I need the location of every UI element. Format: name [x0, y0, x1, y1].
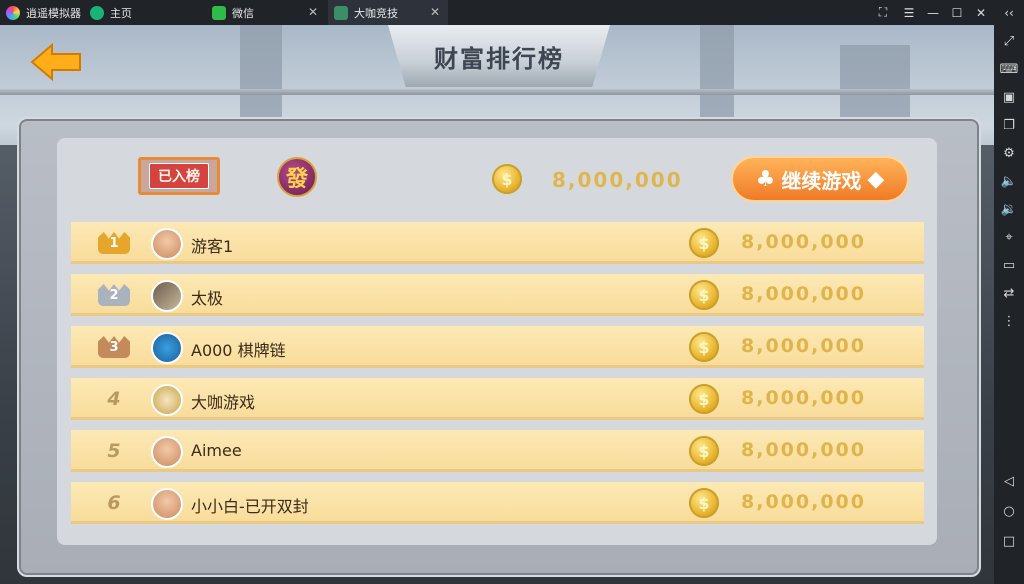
coin-icon: $ — [689, 436, 719, 466]
home-nav-icon[interactable]: ○ — [999, 501, 1019, 521]
avatar — [151, 436, 183, 468]
maximize-icon[interactable]: ☐ — [946, 0, 968, 25]
player-name: 小小白-已开双封 — [191, 497, 309, 516]
collapse-sidebar-icon[interactable]: ‹‹ — [998, 0, 1020, 25]
menu-icon[interactable]: ☰ — [898, 0, 920, 25]
page-title: 财富排行榜 — [434, 45, 564, 73]
club-icon: ♣ — [755, 166, 776, 192]
player-name: 大咖游戏 — [191, 393, 256, 412]
player-name: A000 棋牌链 — [191, 341, 286, 360]
leaderboard-row[interactable]: 4 大咖游戏 $ 8,000,000 — [71, 378, 924, 420]
volume-up-icon[interactable]: 🔈 — [999, 171, 1019, 191]
leaderboard-row[interactable]: 6 小小白-已开双封 $ 8,000,000 — [71, 482, 924, 524]
continue-game-label: 继续游戏 — [781, 168, 862, 193]
volume-down-icon[interactable]: 🔉 — [999, 199, 1019, 219]
location-icon[interactable]: ⌖ — [999, 227, 1019, 247]
rank-number: 2 — [98, 284, 130, 306]
coin-icon: $ — [689, 280, 719, 310]
emulator-title-bar: 逍遥模拟器 主页 微信 ✕ 大咖竞技 ✕ ⛶ ☰ — ☐ ✕ ‹‹ — [0, 0, 1024, 25]
tab-game-label: 大咖竞技 — [354, 6, 398, 20]
my-rank-badge: 已入榜 — [138, 157, 220, 195]
leaderboard-row[interactable]: 3 A000 棋牌链 $ 8,000,000 — [71, 326, 924, 368]
player-coins: 8,000,000 — [741, 283, 866, 305]
diamond-icon: ◆ — [867, 166, 885, 192]
tab-game[interactable]: 大咖竞技 ✕ — [328, 0, 448, 25]
coin-icon: $ — [492, 164, 522, 194]
avatar — [151, 488, 183, 520]
app-title-label: 逍遥模拟器 — [26, 6, 81, 20]
rank-crown-bronze: 3 — [97, 334, 131, 360]
tab-home-label: 主页 — [110, 6, 132, 20]
keyboard-icon[interactable]: ⌨ — [999, 59, 1019, 79]
app-logo-icon — [6, 5, 20, 20]
back-nav-icon[interactable]: ◁ — [999, 471, 1019, 491]
player-coins: 8,000,000 — [741, 491, 866, 513]
rank-crown-silver: 2 — [97, 282, 131, 308]
player-name: Aimee — [191, 441, 242, 460]
fa-avatar-icon: 發 — [277, 157, 317, 197]
emulator-sidebar: ⤢ ⌨ ▣ ❐ ⚙ 🔈 🔉 ⌖ ▭ ⇄ ⋮ ◁ ○ □ — [994, 25, 1024, 584]
player-name: 太极 — [191, 289, 224, 308]
apk-icon[interactable]: ▣ — [999, 87, 1019, 107]
title-bar: 财富排行榜 — [0, 25, 994, 95]
multi-window-icon[interactable]: ❐ — [999, 115, 1019, 135]
more-icon[interactable]: ⋮ — [999, 311, 1019, 331]
leaderboard-row[interactable]: 1 游客1 $ 8,000,000 — [71, 222, 924, 264]
minimize-icon[interactable]: — — [922, 0, 944, 25]
tab-wechat[interactable]: 微信 ✕ — [206, 0, 326, 25]
coin-icon: $ — [689, 384, 719, 414]
player-coins: 8,000,000 — [741, 439, 866, 461]
game-icon — [334, 5, 348, 20]
coin-icon: $ — [689, 488, 719, 518]
rank-number: 6 — [107, 492, 121, 514]
avatar — [151, 228, 183, 260]
close-tab-icon[interactable]: ✕ — [308, 5, 318, 19]
coin-icon: $ — [689, 332, 719, 362]
tab-wechat-label: 微信 — [232, 6, 254, 20]
my-rank-badge-label: 已入榜 — [149, 163, 209, 189]
player-coins: 8,000,000 — [741, 231, 866, 253]
leaderboard-row[interactable]: 5 Aimee $ 8,000,000 — [71, 430, 924, 472]
folder-icon[interactable]: ▭ — [999, 255, 1019, 275]
app-title: 逍遥模拟器 — [0, 0, 82, 25]
tab-home[interactable]: 主页 — [84, 0, 204, 25]
avatar — [151, 384, 183, 416]
rank-crown-gold: 1 — [97, 230, 131, 256]
avatar — [151, 332, 183, 364]
player-coins: 8,000,000 — [741, 387, 866, 409]
screenshot-icon[interactable]: ⛶ — [872, 0, 894, 25]
continue-game-button[interactable]: ♣ 继续游戏 ◆ — [731, 156, 909, 202]
player-name: 游客1 — [191, 237, 234, 256]
rank-number: 4 — [107, 388, 121, 410]
leaderboard-row[interactable]: 2 太极 $ 8,000,000 — [71, 274, 924, 316]
fullscreen-icon[interactable]: ⤢ — [999, 31, 1019, 51]
rank-number: 5 — [107, 440, 121, 462]
avatar — [151, 280, 183, 312]
recent-nav-icon[interactable]: □ — [999, 531, 1019, 551]
player-coins: 8,000,000 — [741, 335, 866, 357]
rotate-icon[interactable]: ⇄ — [999, 283, 1019, 303]
close-tab-icon[interactable]: ✕ — [430, 5, 440, 19]
back-arrow-icon[interactable] — [30, 42, 82, 82]
wechat-icon — [212, 5, 226, 20]
home-icon — [90, 5, 104, 20]
title-divider — [0, 89, 994, 95]
my-coins: 8,000,000 — [552, 168, 683, 192]
close-window-icon[interactable]: ✕ — [970, 0, 992, 25]
rank-number: 3 — [98, 336, 130, 358]
coin-icon: $ — [689, 228, 719, 258]
settings-icon[interactable]: ⚙ — [999, 143, 1019, 163]
rank-number: 1 — [98, 232, 130, 254]
